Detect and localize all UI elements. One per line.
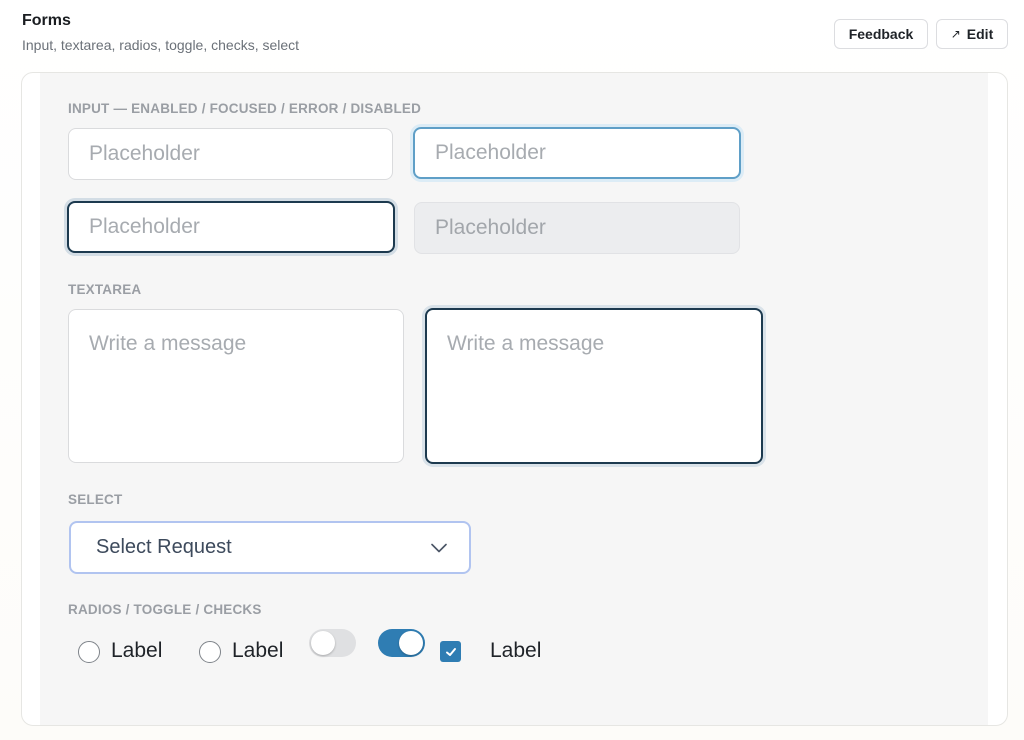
checkbox-label: Label: [490, 639, 542, 662]
select-section-label: SELECT: [68, 492, 123, 507]
checkbox-checked[interactable]: [440, 641, 461, 662]
radio-option-1-label: Label: [111, 639, 163, 662]
feedback-button[interactable]: Feedback: [834, 19, 928, 49]
radio-option-2[interactable]: [199, 641, 221, 663]
checkmark-icon: [445, 647, 456, 656]
forms-card: INPUT — ENABLED / FOCUSED / ERROR / DISA…: [21, 72, 1008, 726]
input-section-label: INPUT — ENABLED / FOCUSED / ERROR / DISA…: [68, 101, 422, 116]
page-header: Forms Input, textarea, radios, toggle, c…: [22, 12, 299, 53]
textarea-active[interactable]: [425, 308, 763, 464]
page-subtitle: Input, textarea, radios, toggle, checks,…: [22, 37, 300, 53]
toggle-off[interactable]: [309, 629, 356, 657]
chevron-down-icon: [431, 543, 447, 552]
toggle-knob: [311, 631, 335, 655]
textarea-section-label: TEXTAREA: [68, 282, 142, 297]
arrow-up-right-icon: ↗: [950, 27, 961, 41]
edit-button-label: Edit: [966, 26, 994, 42]
choices-section-label: RADIOS / TOGGLE / CHECKS: [68, 602, 262, 617]
toggle-knob: [399, 631, 423, 655]
toggle-on[interactable]: [378, 629, 425, 657]
radio-option-1[interactable]: [78, 641, 100, 663]
page-title: Forms: [22, 12, 71, 29]
input-disabled: [414, 202, 740, 254]
feedback-button-label: Feedback: [848, 26, 914, 42]
select-value: Select Request: [96, 536, 232, 558]
request-select[interactable]: Select Request: [69, 521, 471, 574]
edit-button[interactable]: ↗ Edit: [936, 19, 1008, 49]
radio-option-2-label: Label: [232, 639, 284, 662]
input-error[interactable]: [67, 201, 395, 253]
textarea-default[interactable]: [68, 309, 404, 463]
input-focused[interactable]: [413, 127, 741, 179]
input-enabled[interactable]: [68, 128, 393, 180]
